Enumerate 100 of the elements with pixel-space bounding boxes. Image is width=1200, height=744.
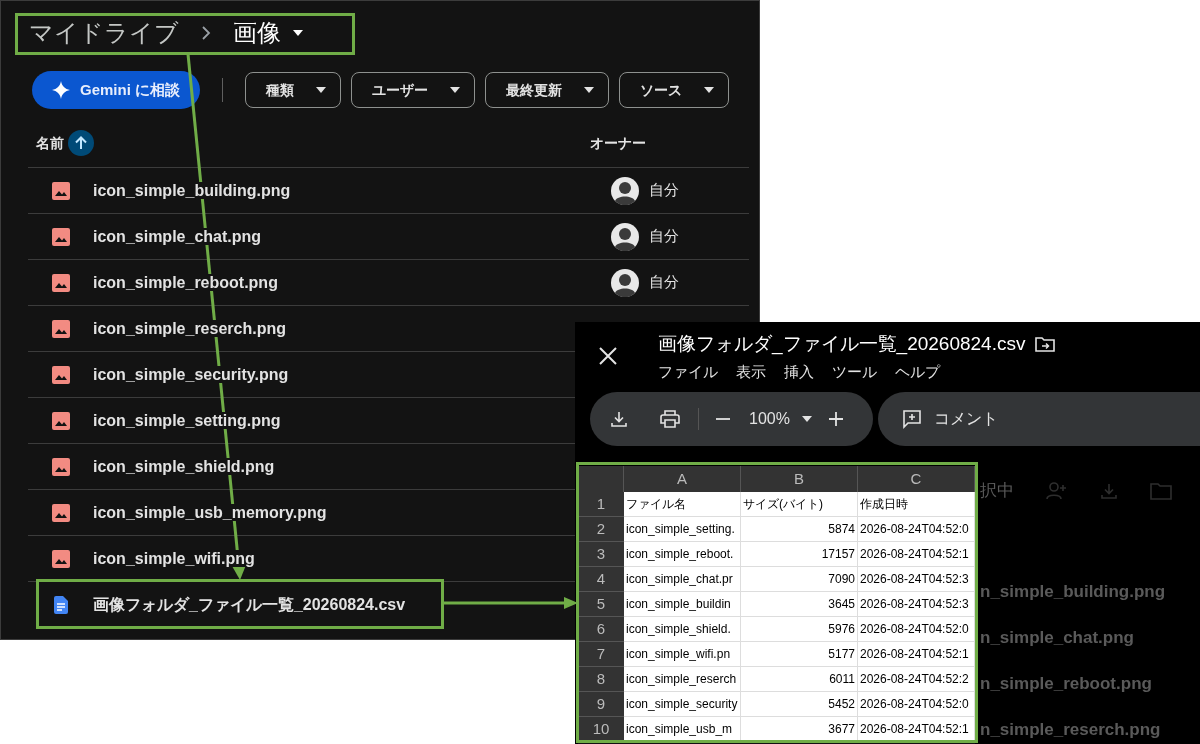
menu-item[interactable]: ツール: [832, 360, 877, 383]
file-name: n_simple_chat.png: [980, 627, 1135, 649]
table-cell: 2026-08-24T04:52:0: [858, 517, 975, 542]
file-name: icon_simple_setting.png: [93, 411, 281, 429]
file-row[interactable]: icon_simple_reboot.png 自分: [28, 259, 749, 305]
avatar-icon: [611, 176, 639, 205]
row-number: 2: [578, 517, 624, 542]
file-name: n_simple_reserch.png: [980, 719, 1162, 741]
filter-chip[interactable]: ソース: [619, 72, 729, 108]
image-file-icon: [51, 549, 70, 568]
table-cell: 作成日時: [858, 492, 975, 517]
row-number: 8: [578, 667, 624, 692]
menu-item[interactable]: ヘルプ: [895, 360, 940, 383]
table-cell: 6011: [741, 667, 858, 692]
caret-icon: [584, 87, 594, 93]
menu-item[interactable]: ファイル: [658, 360, 718, 383]
table-cell: ファイル名: [624, 492, 741, 517]
file-name: 画像フォルダ_ファイル一覧_20260824.csv: [93, 595, 406, 613]
folder-move-icon[interactable]: [1035, 336, 1056, 353]
comment-icon: [902, 409, 922, 429]
file-name: icon_simple_usb_memory.png: [93, 503, 327, 521]
filter-chip[interactable]: ユーザー: [351, 72, 475, 108]
add-person-icon: [1046, 482, 1068, 500]
table-cell: 3677: [741, 717, 858, 742]
image-file-icon: [51, 503, 70, 522]
table-cell: icon_simple_reboot.: [624, 542, 741, 567]
image-file-icon: [51, 457, 70, 476]
table-cell: 2026-08-24T04:52:1: [858, 642, 975, 667]
menu-item[interactable]: 挿入: [784, 360, 814, 383]
table-cell: サイズ(バイト): [741, 492, 858, 517]
image-file-icon: [51, 411, 70, 430]
file-name: icon_simple_shield.png: [93, 457, 275, 475]
image-file-icon: [51, 319, 70, 338]
table-cell: 17157: [741, 542, 858, 567]
table-cell: icon_simple_buildin: [624, 592, 741, 617]
file-name: icon_simple_security.png: [93, 365, 289, 383]
sort-ascending-icon[interactable]: [68, 130, 94, 156]
avatar-icon: [611, 222, 639, 251]
table-cell: 5177: [741, 642, 858, 667]
column-header: 名前: [36, 133, 64, 153]
row-number: 7: [578, 642, 624, 667]
table-cell: 5452: [741, 692, 858, 717]
row-number: 6: [578, 617, 624, 642]
table-cell: 2026-08-24T04:52:0: [858, 617, 975, 642]
avatar-icon: [611, 268, 639, 297]
table-cell: 2026-08-24T04:52:0: [858, 692, 975, 717]
file-name: icon_simple_wifi.png: [93, 549, 255, 567]
folder-icon: [1150, 482, 1172, 500]
file-name: icon_simple_chat.png: [93, 227, 262, 245]
table-cell: icon_simple_setting.: [624, 517, 741, 542]
file-name: n_simple_building.png: [980, 581, 1167, 603]
image-file-icon: [51, 273, 70, 292]
table-cell: 2026-08-24T04:52:3: [858, 592, 975, 617]
row-number: 9: [578, 692, 624, 717]
row-number: 3: [578, 542, 624, 567]
file-name: icon_simple_building.png: [93, 181, 291, 199]
gemini-button[interactable]: Gemini に相談: [32, 71, 200, 109]
owner-name: 自分: [649, 180, 679, 201]
download-icon[interactable]: [610, 410, 628, 428]
breadcrumb-item[interactable]: 画像: [233, 20, 303, 46]
filter-chip[interactable]: 最終更新: [485, 72, 609, 108]
breadcrumb-item[interactable]: マイドライブ: [29, 20, 179, 46]
image-file-icon: [51, 365, 70, 384]
close-icon: [599, 347, 617, 365]
file-row[interactable]: icon_simple_building.png 自分: [28, 167, 749, 213]
sparkle-icon: [52, 81, 70, 99]
zoom-in-icon[interactable]: [827, 411, 844, 427]
file-name: n_simple_reboot.png: [980, 673, 1153, 695]
download-icon: [1100, 482, 1118, 500]
caret-icon: [450, 87, 460, 93]
table-cell: 5976: [741, 617, 858, 642]
caret-icon: [704, 87, 714, 93]
table-cell: icon_simple_reserch: [624, 667, 741, 692]
file-name: icon_simple_reboot.png: [93, 273, 278, 291]
table-cell: icon_simple_usb_m: [624, 717, 741, 742]
table-cell: 2026-08-24T04:52:3: [858, 567, 975, 592]
file-name: icon_simple_reserch.png: [93, 319, 286, 337]
column-header: オーナー: [590, 133, 646, 153]
image-file-icon: [51, 227, 70, 246]
comment-button[interactable]: コメント: [878, 392, 1200, 446]
table-cell: 3645: [741, 592, 858, 617]
row-number: 4: [578, 567, 624, 592]
print-icon[interactable]: [660, 410, 680, 428]
caret-icon: [316, 87, 326, 93]
filter-chip[interactable]: 種類: [245, 72, 341, 108]
document-file-icon: [53, 595, 68, 614]
zoom-dropdown[interactable]: 100%: [749, 407, 812, 431]
table-cell: 2026-08-24T04:52:2: [858, 667, 975, 692]
table-cell: icon_simple_wifi.pn: [624, 642, 741, 667]
file-row[interactable]: icon_simple_chat.png 自分: [28, 213, 749, 259]
status-text: 択中: [980, 480, 1014, 503]
chevron-right-icon: [201, 26, 211, 40]
caret-icon: [293, 30, 303, 36]
table-cell: 7090: [741, 567, 858, 592]
table-cell: icon_simple_shield.: [624, 617, 741, 642]
row-number: 5: [578, 592, 624, 617]
owner-name: 自分: [649, 272, 679, 293]
table-cell: 2026-08-24T04:52:1: [858, 542, 975, 567]
table-cell: icon_simple_chat.pr: [624, 567, 741, 592]
caret-icon: [801, 416, 812, 422]
